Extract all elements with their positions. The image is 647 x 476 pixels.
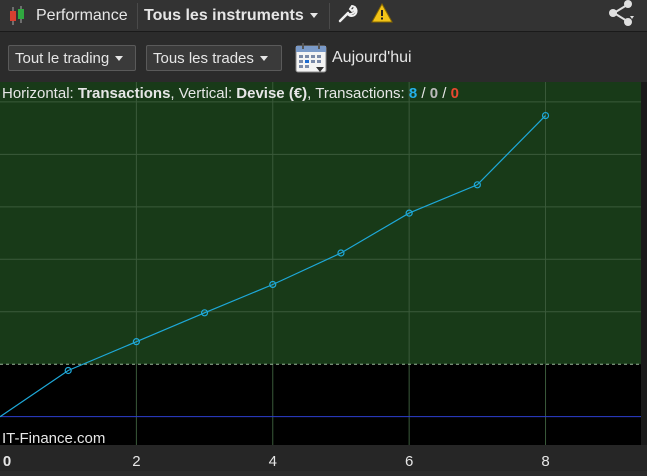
transactions-prefix: , Transactions: [307,85,409,102]
candlestick-icon [6,5,28,27]
calendar-icon [294,41,328,75]
wrench-icon [336,2,358,29]
slash: / [438,85,451,102]
x-tick-label: 2 [132,453,140,470]
horizontal-value: Transactions [78,85,171,102]
warning-button[interactable] [370,0,394,31]
horizontal-prefix: Horizontal: [2,85,78,102]
chart-svg: 0 2 4 6 8 Horizontal: Transactions, Vertical… [0,82,647,471]
trades-filter-dropdown[interactable]: Tous les trades [146,45,282,71]
share-icon [606,0,636,32]
settings-button[interactable] [336,0,358,31]
chart-header: Horizontal: Transactions, Vertical: Devi… [2,85,459,102]
performance-button[interactable]: Performance [6,0,128,31]
right-scroll-edge[interactable] [641,82,647,445]
x-axis-band [0,445,647,471]
slash: / [417,85,430,102]
watermark: IT-Finance.com [2,430,105,447]
x-tick-label: 6 [405,453,413,470]
performance-chart: 0 2 4 6 8 Horizontal: Transactions, Vertical… [0,82,647,471]
profit-area [0,82,641,365]
transactions-loss: 0 [451,85,459,102]
trades-filter-label: Tous les trades [153,49,254,67]
vertical-prefix: , Vertical: [170,85,236,102]
share-button[interactable] [606,0,636,31]
date-label: Aujourd'hui [332,49,412,66]
trading-filter-dropdown[interactable]: Tout le trading [8,45,136,71]
x-tick-label: 8 [541,453,549,470]
separator [329,3,330,29]
instruments-label: Tous les instruments [144,6,304,24]
chevron-down-icon [259,55,268,61]
top-toolbar: Performance Tous les instruments [0,0,647,32]
vertical-value: Devise (€) [236,85,307,102]
separator [137,3,138,29]
transactions-total: 8 [409,85,417,102]
warning-icon [370,2,394,29]
date-picker-button[interactable]: Aujourd'hui [294,41,412,75]
chevron-down-icon [309,13,318,18]
transactions-neutral: 0 [430,85,438,102]
instruments-dropdown[interactable]: Tous les instruments [144,0,318,31]
chevron-down-icon [115,55,124,61]
x-tick-label: 0 [3,453,11,470]
performance-label: Performance [36,6,128,24]
x-tick-label: 4 [269,453,277,470]
trading-filter-label: Tout le trading [15,49,110,67]
filter-bar: Tout le trading Tous les trades Aujourd'… [0,32,647,82]
